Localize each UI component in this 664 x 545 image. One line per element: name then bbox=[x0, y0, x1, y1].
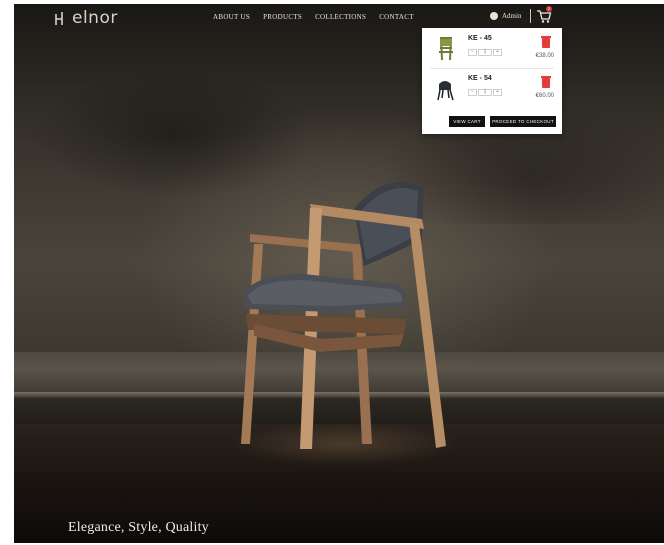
trash-icon[interactable] bbox=[541, 36, 551, 48]
increase-button[interactable]: + bbox=[493, 89, 502, 96]
checkout-button[interactable]: PROCEED TO CHECKOUT bbox=[490, 116, 556, 127]
quantity-stepper: − 1 + bbox=[468, 89, 502, 96]
user-icon bbox=[490, 12, 498, 20]
hero-section: Elegance, Style, Quality bbox=[14, 4, 664, 543]
product-thumbnail bbox=[439, 37, 453, 61]
decrease-button[interactable]: − bbox=[468, 49, 477, 56]
main-nav: ABOUT US PRODUCTS COLLECTIONS CONTACT bbox=[213, 13, 414, 21]
nav-about-us[interactable]: ABOUT US bbox=[213, 13, 250, 21]
item-divider bbox=[430, 68, 554, 69]
cart-dropdown: KE - 45 − 1 + €38.00 KE - 54 − 1 + €60.0… bbox=[422, 28, 562, 134]
decrease-button[interactable]: − bbox=[468, 89, 477, 96]
increase-button[interactable]: + bbox=[493, 49, 502, 56]
quantity-stepper: − 1 + bbox=[468, 49, 502, 56]
quantity-field[interactable]: 1 bbox=[478, 49, 492, 56]
logo-mark-icon bbox=[55, 12, 63, 25]
cart-item-price: €38.00 bbox=[535, 53, 554, 59]
cart-item: KE - 45 − 1 + €38.00 bbox=[422, 30, 562, 66]
brand-logo[interactable]: elnor bbox=[54, 8, 118, 28]
cart-item-price: €60.00 bbox=[535, 93, 554, 99]
quantity-field[interactable]: 1 bbox=[478, 89, 492, 96]
hero-tagline: Elegance, Style, Quality bbox=[68, 520, 209, 535]
cart-item: KE - 54 − 1 + €60.00 bbox=[422, 70, 562, 106]
cart-count-badge: 2 bbox=[546, 6, 552, 12]
cart-item-name: KE - 54 bbox=[468, 75, 492, 82]
user-name: Admin bbox=[502, 12, 522, 20]
chair-image bbox=[241, 181, 446, 449]
cart-item-name: KE - 45 bbox=[468, 35, 492, 42]
trash-icon[interactable] bbox=[541, 76, 551, 88]
user-menu[interactable]: Admin bbox=[490, 12, 521, 20]
nav-collections[interactable]: COLLECTIONS bbox=[315, 13, 366, 21]
view-cart-button[interactable]: VIEW CART bbox=[449, 116, 485, 127]
nav-contact[interactable]: CONTACT bbox=[379, 13, 414, 21]
nav-products[interactable]: PRODUCTS bbox=[263, 13, 302, 21]
header-divider bbox=[530, 9, 531, 23]
product-thumbnail bbox=[437, 81, 454, 101]
brand-name: elnor bbox=[72, 8, 118, 28]
